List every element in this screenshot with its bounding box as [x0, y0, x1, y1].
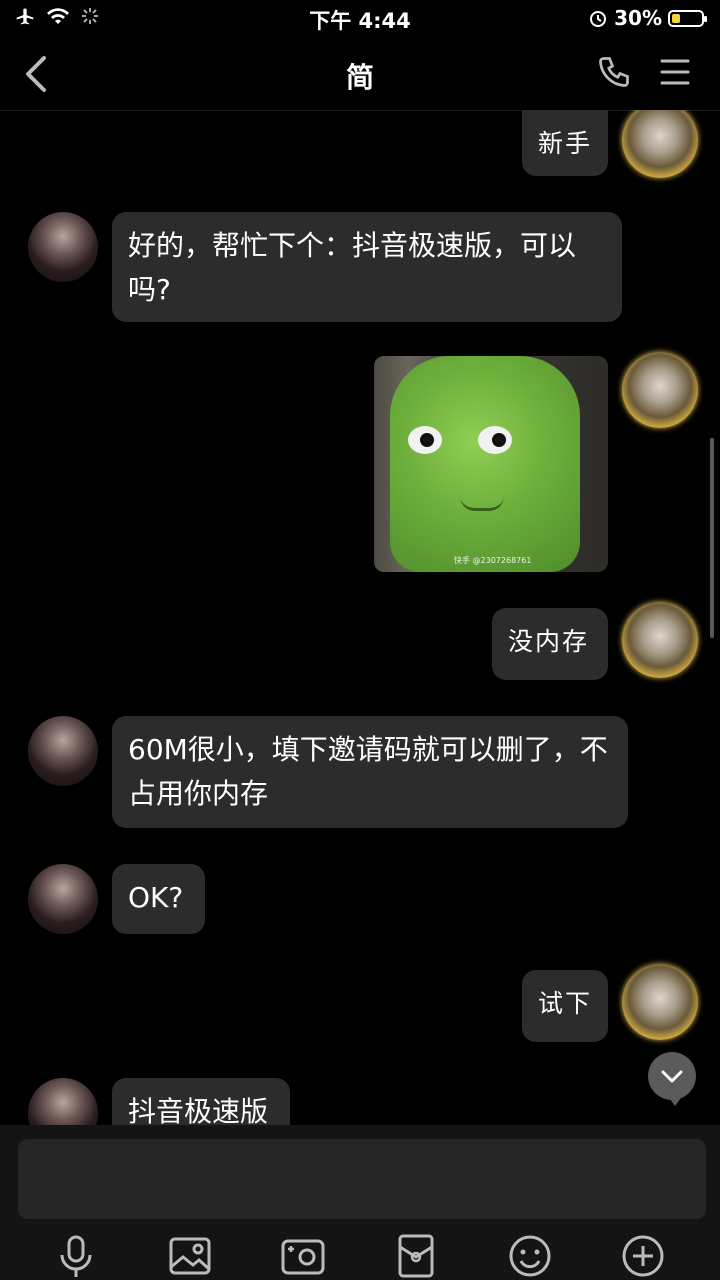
phone-icon[interactable] [596, 54, 632, 90]
my-avatar[interactable] [622, 110, 698, 178]
sticker-image[interactable]: 快手 @2307268761 [374, 356, 608, 572]
my-avatar[interactable] [622, 352, 698, 428]
message-list[interactable]: 新手 好的，帮忙下个：抖音极速版，可以吗? 快手 @2307268761 没内存… [0, 110, 720, 1125]
my-avatar[interactable] [622, 964, 698, 1040]
message-bubble[interactable]: 好的，帮忙下个：抖音极速版，可以吗? [112, 212, 622, 322]
composer-toolbar [0, 1233, 720, 1279]
message-text: 抖音极速版 [128, 1095, 269, 1125]
message-text: 60M很小，填下邀请码就可以删了，不占用你内存 [128, 733, 608, 810]
message-bubble[interactable]: 新手 [522, 110, 608, 176]
scrollbar[interactable] [710, 438, 714, 638]
contact-avatar[interactable] [28, 716, 98, 786]
battery-icon [668, 9, 707, 27]
message-text: 新手 [538, 129, 593, 158]
battery-percent: 30% [614, 6, 662, 30]
status-bar: 下午 4:44 30% [0, 0, 720, 36]
message-bubble[interactable]: 抖音极速版 [112, 1078, 290, 1125]
chevron-down-icon [661, 1070, 683, 1083]
message-bubble[interactable]: 60M很小，填下邀请码就可以删了，不占用你内存 [112, 716, 628, 828]
menu-icon[interactable] [660, 58, 690, 86]
camera-icon[interactable] [280, 1233, 326, 1279]
composer-bar [0, 1125, 720, 1280]
chat-header: 简 [0, 36, 720, 111]
message-bubble[interactable]: OK? [112, 864, 205, 934]
contact-avatar[interactable] [28, 1078, 98, 1125]
green-face [390, 356, 580, 572]
microphone-icon[interactable] [53, 1233, 99, 1279]
message-bubble[interactable]: 试下 [522, 970, 608, 1042]
message-bubble[interactable]: 没内存 [492, 608, 608, 680]
red-packet-icon[interactable] [393, 1233, 439, 1279]
alarm-icon [590, 11, 607, 27]
message-text: 好的，帮忙下个：抖音极速版，可以吗? [128, 229, 577, 306]
my-avatar[interactable] [622, 602, 698, 678]
emoji-icon[interactable] [507, 1233, 553, 1279]
message-text: OK? [128, 881, 184, 914]
message-text: 没内存 [508, 627, 590, 656]
sticker-watermark: 快手 @2307268761 [454, 556, 532, 565]
message-input[interactable] [18, 1139, 706, 1219]
message-text: 试下 [538, 989, 593, 1018]
plus-icon[interactable] [620, 1233, 666, 1279]
image-icon[interactable] [167, 1233, 213, 1279]
scroll-to-bottom-button[interactable] [648, 1052, 696, 1106]
contact-avatar[interactable] [28, 864, 98, 934]
contact-avatar[interactable] [28, 212, 98, 282]
